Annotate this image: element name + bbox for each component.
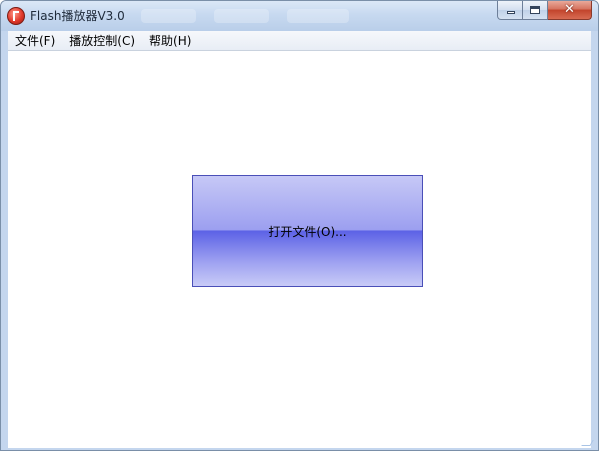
maximize-icon <box>530 6 540 14</box>
window-frame-bottom[interactable] <box>1 448 598 450</box>
title-bar-ghost-tab <box>287 9 349 23</box>
menu-playback-control[interactable]: 播放控制(C) <box>62 32 142 50</box>
minimize-button[interactable] <box>497 1 523 20</box>
close-button[interactable]: ✕ <box>548 1 592 20</box>
menu-bar: 文件(F) 播放控制(C) 帮助(H) <box>8 31 591 51</box>
title-bar-ghost-tab <box>214 9 269 23</box>
window-frame-right[interactable] <box>591 31 598 450</box>
flash-player-icon[interactable] <box>7 7 25 25</box>
window-title: Flash播放器V3.0 <box>30 9 125 23</box>
close-icon: ✕ <box>564 2 575 17</box>
minimize-icon <box>507 11 515 14</box>
maximize-button[interactable] <box>523 1 548 20</box>
open-file-button-label: 打开文件(O)... <box>268 224 347 239</box>
title-bar[interactable]: Flash播放器V3.0 ✕ <box>1 1 598 31</box>
title-bar-ghost-tab <box>141 9 196 23</box>
open-file-button[interactable]: 打开文件(O)... <box>192 175 423 287</box>
menu-help[interactable]: 帮助(H) <box>142 32 198 50</box>
player-area: 打开文件(O)... <box>8 51 591 448</box>
app-window: Flash播放器V3.0 ✕ 文件(F) 播放控制(C) 帮助(H) 打开文件(… <box>0 0 599 451</box>
window-frame-left[interactable] <box>1 31 8 450</box>
menu-file[interactable]: 文件(F) <box>8 32 62 50</box>
window-controls: ✕ <box>497 1 592 21</box>
